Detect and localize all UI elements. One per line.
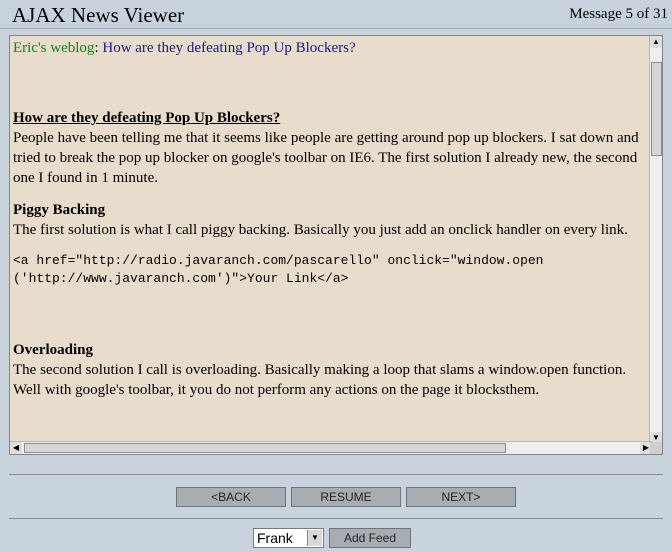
chevron-down-icon[interactable]: ▼ xyxy=(307,530,322,546)
next-button[interactable]: NEXT> xyxy=(406,487,516,507)
message-panel[interactable]: Eric's weblog: How are they defeating Po… xyxy=(9,35,663,455)
message-header: Eric's weblog: How are they defeating Po… xyxy=(13,38,648,58)
code-sample: <a href="http://radio.javaranch.com/pasc… xyxy=(13,252,648,288)
app-title: AJAX News Viewer xyxy=(12,3,185,27)
feed-select[interactable]: Frank ▼ xyxy=(253,528,324,548)
vertical-scroll-thumb[interactable] xyxy=(651,62,662,156)
article-intro: People have been telling me that it seem… xyxy=(13,130,639,186)
article-heading: How are they defeating Pop Up Blockers? xyxy=(13,110,281,126)
section-heading-piggy-backing: Piggy Backing xyxy=(13,202,106,218)
feed-controls: Frank ▼ Add Feed xyxy=(253,528,411,548)
horizontal-scroll-thumb[interactable] xyxy=(24,443,506,453)
scrollbar-corner xyxy=(650,442,662,454)
feed-name[interactable]: Eric's weblog xyxy=(13,40,94,56)
resume-button[interactable]: RESUME xyxy=(291,487,401,507)
header-separator: : xyxy=(94,40,99,56)
add-feed-button[interactable]: Add Feed xyxy=(329,528,411,548)
section-text-piggy-backing: The first solution is what I call piggy … xyxy=(13,222,628,238)
section-heading-overloading: Overloading xyxy=(13,342,94,358)
horizontal-scrollbar[interactable]: ◀ ▶ xyxy=(10,441,652,454)
back-button[interactable]: <BACK xyxy=(176,487,286,507)
divider xyxy=(9,518,663,519)
title-bar: AJAX News Viewer Message 5 of 31 xyxy=(0,0,672,29)
section-text-overloading: The second solution I call is overloadin… xyxy=(13,362,627,398)
code-line: <a href="http://radio.javaranch.com/pasc… xyxy=(13,253,544,268)
message-counter: Message 5 of 31 xyxy=(569,6,668,22)
navigation-bar: <BACK RESUME NEXT> xyxy=(176,487,516,507)
vertical-scrollbar[interactable]: ▲ ▼ xyxy=(649,36,662,444)
item-title[interactable]: How are they defeating Pop Up Blockers? xyxy=(102,40,355,56)
code-line: ('http://www.javaranch.com')">Your Link<… xyxy=(13,271,349,286)
feed-select-value: Frank xyxy=(257,530,293,546)
message-viewport: Eric's weblog: How are they defeating Po… xyxy=(10,36,652,444)
scroll-up-icon[interactable]: ▲ xyxy=(650,36,662,48)
divider xyxy=(9,474,663,475)
scroll-left-icon[interactable]: ◀ xyxy=(10,442,22,454)
